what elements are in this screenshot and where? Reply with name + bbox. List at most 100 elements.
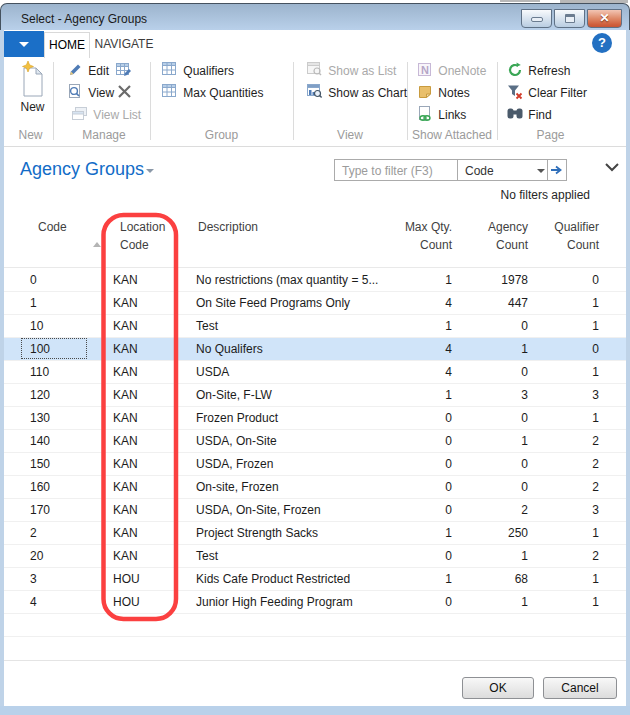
ok-button[interactable]: OK [462,677,534,699]
tab-home[interactable]: HOME [44,32,90,58]
table-row[interactable]: 2KANProject Strength Sacks12501 [4,522,626,545]
notes-button[interactable]: Notes [417,84,470,102]
filter-column-select[interactable]: Code [465,164,494,178]
cell-max: 0 [445,434,452,448]
cell-agency: 1978 [501,273,528,287]
pencil-icon [67,62,83,78]
close-icon: ✕ [588,11,621,25]
column-header-qualifier-count[interactable]: QualifierCount [554,218,599,254]
table-row[interactable]: 4HOUJunior High Feeding Program011 [4,591,626,614]
table-row[interactable]: 3HOUKids Cafe Product Restricted1681 [4,568,626,591]
filter-go-button[interactable] [548,160,566,180]
table-row[interactable]: 150KANUSDA, Frozen002 [4,453,626,476]
column-header-location-code[interactable]: LocationCode [120,218,165,254]
find-button[interactable]: Find [507,106,552,124]
cell-loc: KAN [113,480,138,494]
table-row[interactable]: 20KANTest012 [4,545,626,568]
links-button-label: Links [438,108,466,122]
go-arrow-icon [550,165,564,175]
onenote-button[interactable]: N OneNote [417,62,486,80]
table-row[interactable]: 110KANUSDA401 [4,361,626,384]
cell-agency: 68 [515,572,528,586]
page-content: Agency Groups Type to filter (F3) Code N… [4,148,626,706]
table-icon [162,62,178,78]
view-list-button[interactable]: View List [72,106,141,124]
column-header-max-qty-count[interactable]: Max Qty.Count [405,218,452,254]
application-menu-button[interactable] [4,31,44,57]
cell-code: 20 [30,549,43,563]
clear-filter-button-label: Clear Filter [528,86,587,100]
ribbon-group-group: Group [150,128,293,142]
cell-max: 1 [445,526,452,540]
window: Select - Agency Groups ✕ HOME NAVIGATE ?… [0,0,630,715]
minimize-button[interactable] [521,9,552,28]
ribbon: New New Edit [4,58,626,147]
cell-max: 4 [445,365,452,379]
expand-filter-chevron-icon[interactable] [604,162,620,172]
table-row[interactable]: 1KANOn Site Feed Programs Only44471 [4,292,626,315]
page-title[interactable]: Agency Groups [20,159,144,180]
cell-qual: 2 [592,457,599,471]
cell-agency: 2 [521,503,528,517]
filter-column-caret-icon[interactable] [537,169,545,173]
qualifiers-button[interactable]: Qualifiers [162,62,234,80]
maximize-button[interactable] [554,9,585,28]
view-button[interactable]: View [67,84,114,102]
cell-agency: 447 [508,296,528,310]
max-quantities-button[interactable]: Max Quantities [162,84,263,102]
cell-max: 1 [445,572,452,586]
help-button[interactable]: ? [592,33,612,53]
row-divider [4,636,626,637]
cell-max: 0 [445,549,452,563]
qualifiers-button-label: Qualifiers [183,64,234,78]
cell-loc: KAN [113,434,138,448]
tab-navigate[interactable]: NAVIGATE [93,32,155,58]
page-title-caret-icon[interactable] [146,169,154,173]
table-row[interactable]: 130KANFrozen Product001 [4,407,626,430]
column-header-agency-count[interactable]: AgencyCount [488,218,528,254]
background-window-edge [500,0,540,2]
edit-list-button[interactable] [116,62,134,80]
table-row[interactable]: 120KANOn-Site, F-LW133 [4,384,626,407]
cell-loc: KAN [113,549,138,563]
cell-qual: 1 [592,296,599,310]
cell-qual: 3 [592,388,599,402]
column-header-description[interactable]: Description [198,218,258,236]
cell-desc: On Site Feed Programs Only [196,296,350,310]
table-row[interactable]: 100KANNo Qualifers410 [4,338,626,361]
cell-loc: KAN [113,388,138,402]
table-row[interactable]: 170KANUSDA, On-Site, Frozen023 [4,499,626,522]
filter-input[interactable]: Type to filter (F3) [342,164,433,178]
refresh-button[interactable]: Refresh [507,62,570,80]
table-row[interactable]: 160KANOn-site, Frozen002 [4,476,626,499]
cell-code: 2 [30,526,37,540]
cell-desc: USDA, On-Site [196,434,277,448]
column-header-code[interactable]: Code [38,218,67,236]
show-as-chart-button[interactable]: Show as Chart [307,84,407,102]
cell-desc: Frozen Product [196,411,278,425]
cell-max: 4 [445,342,452,356]
delete-button[interactable] [117,84,135,102]
show-as-list-button[interactable]: Show as List [307,62,396,80]
edit-button[interactable]: Edit [67,62,109,80]
table-row[interactable]: 140KANUSDA, On-Site012 [4,430,626,453]
notes-button-label: Notes [438,86,469,100]
links-button[interactable]: Links [417,106,466,124]
filter-separator [457,160,458,180]
cell-loc: KAN [113,342,138,356]
table-row[interactable]: 0KANNo restrictions (max quantity = 5...… [4,269,626,292]
close-button[interactable]: ✕ [587,9,622,28]
show-as-list-icon [307,62,323,78]
table-row[interactable]: 10KANTest101 [4,315,626,338]
cell-loc: KAN [113,273,138,287]
ribbon-group-new: New [8,128,53,142]
cell-desc: Project Strength Sacks [196,526,318,540]
find-binoculars-icon [507,106,523,122]
cell-loc: HOU [113,572,140,586]
cell-loc: KAN [113,526,138,540]
cell-loc: KAN [113,457,138,471]
new-button[interactable]: New [8,60,57,122]
clear-filter-button[interactable]: Clear Filter [507,84,587,102]
cell-loc: KAN [113,319,138,333]
cancel-button[interactable]: Cancel [543,677,617,699]
